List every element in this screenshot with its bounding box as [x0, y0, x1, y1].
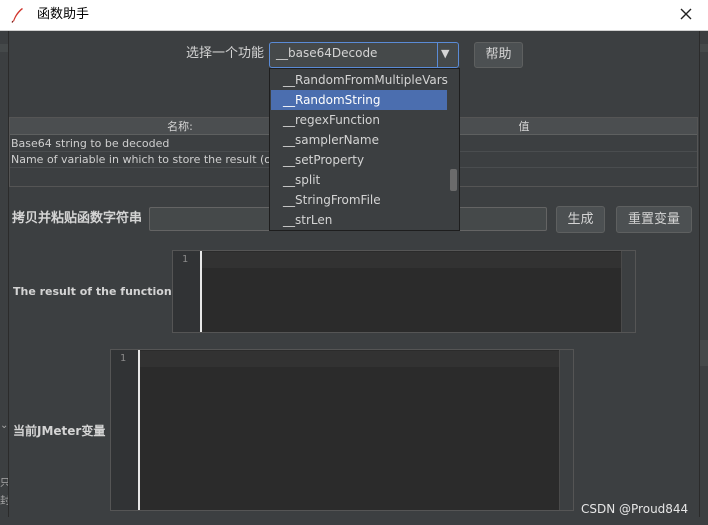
chevron-down-icon[interactable]: ▼ [441, 47, 449, 60]
line-number: 1 [120, 353, 127, 364]
close-icon [680, 8, 692, 20]
current-line-highlight [202, 252, 621, 268]
background-text: 封 [0, 496, 8, 506]
background-arrow-icon: ⌄ [0, 420, 9, 431]
watermark: CSDN @Proud844 [581, 502, 689, 516]
background-fragment [700, 340, 708, 366]
close-button[interactable] [674, 4, 698, 26]
generate-button[interactable]: 生成 [556, 206, 605, 233]
editor-caret [138, 350, 140, 510]
dropdown-item-setproperty[interactable]: __setProperty [271, 150, 447, 170]
function-combobox-value: __base64Decode [276, 46, 378, 60]
background-text: 只行 [0, 478, 8, 488]
editor-caret [200, 251, 202, 332]
function-string-label: 拷贝并粘贴函数字符串 [12, 211, 143, 226]
dropdown-scrollbar[interactable] [448, 70, 459, 230]
dropdown-item-strlen[interactable]: __strLen [271, 210, 447, 230]
dropdown-item-samplername[interactable]: __samplerName [271, 130, 447, 150]
scrollbar-thumb[interactable] [450, 169, 457, 191]
dropdown-item-split[interactable]: __split [271, 170, 447, 190]
line-number: 1 [182, 254, 189, 265]
jmeter-variables-label: 当前JMeter变量 [13, 424, 106, 438]
background-fragment [700, 44, 708, 52]
window-titlebar: 函数助手 [0, 0, 708, 31]
vertical-scrollbar[interactable] [621, 251, 635, 332]
function-dropdown-list[interactable]: __RandomFromMultipleVars __RandomString … [269, 68, 460, 231]
background-fragment [0, 44, 8, 52]
help-button[interactable]: 帮助 [474, 42, 523, 68]
dropdown-item-regexfunction[interactable]: __regexFunction [271, 110, 447, 130]
result-label: The result of the function is [13, 285, 186, 298]
jmeter-variables-editor[interactable]: 1 [110, 349, 574, 511]
function-combobox[interactable]: __base64Decode ▼ [269, 42, 459, 68]
dropdown-item-randomfrommultiplevars[interactable]: __RandomFromMultipleVars [271, 70, 448, 90]
line-gutter: 1 [111, 350, 138, 510]
combobox-separator [437, 43, 438, 67]
line-gutter: 1 [173, 251, 200, 332]
window-title: 函数助手 [37, 7, 90, 22]
select-function-label: 选择一个功能 [186, 46, 265, 61]
reset-variables-button[interactable]: 重置变量 [616, 206, 692, 233]
current-line-highlight [140, 351, 559, 367]
dropdown-item-stringfromfile[interactable]: __StringFromFile [271, 190, 447, 210]
vertical-scrollbar[interactable] [559, 350, 573, 510]
feather-icon [11, 8, 23, 23]
dropdown-item-randomstring[interactable]: __RandomString [271, 90, 447, 110]
result-editor[interactable]: 1 [172, 250, 636, 333]
